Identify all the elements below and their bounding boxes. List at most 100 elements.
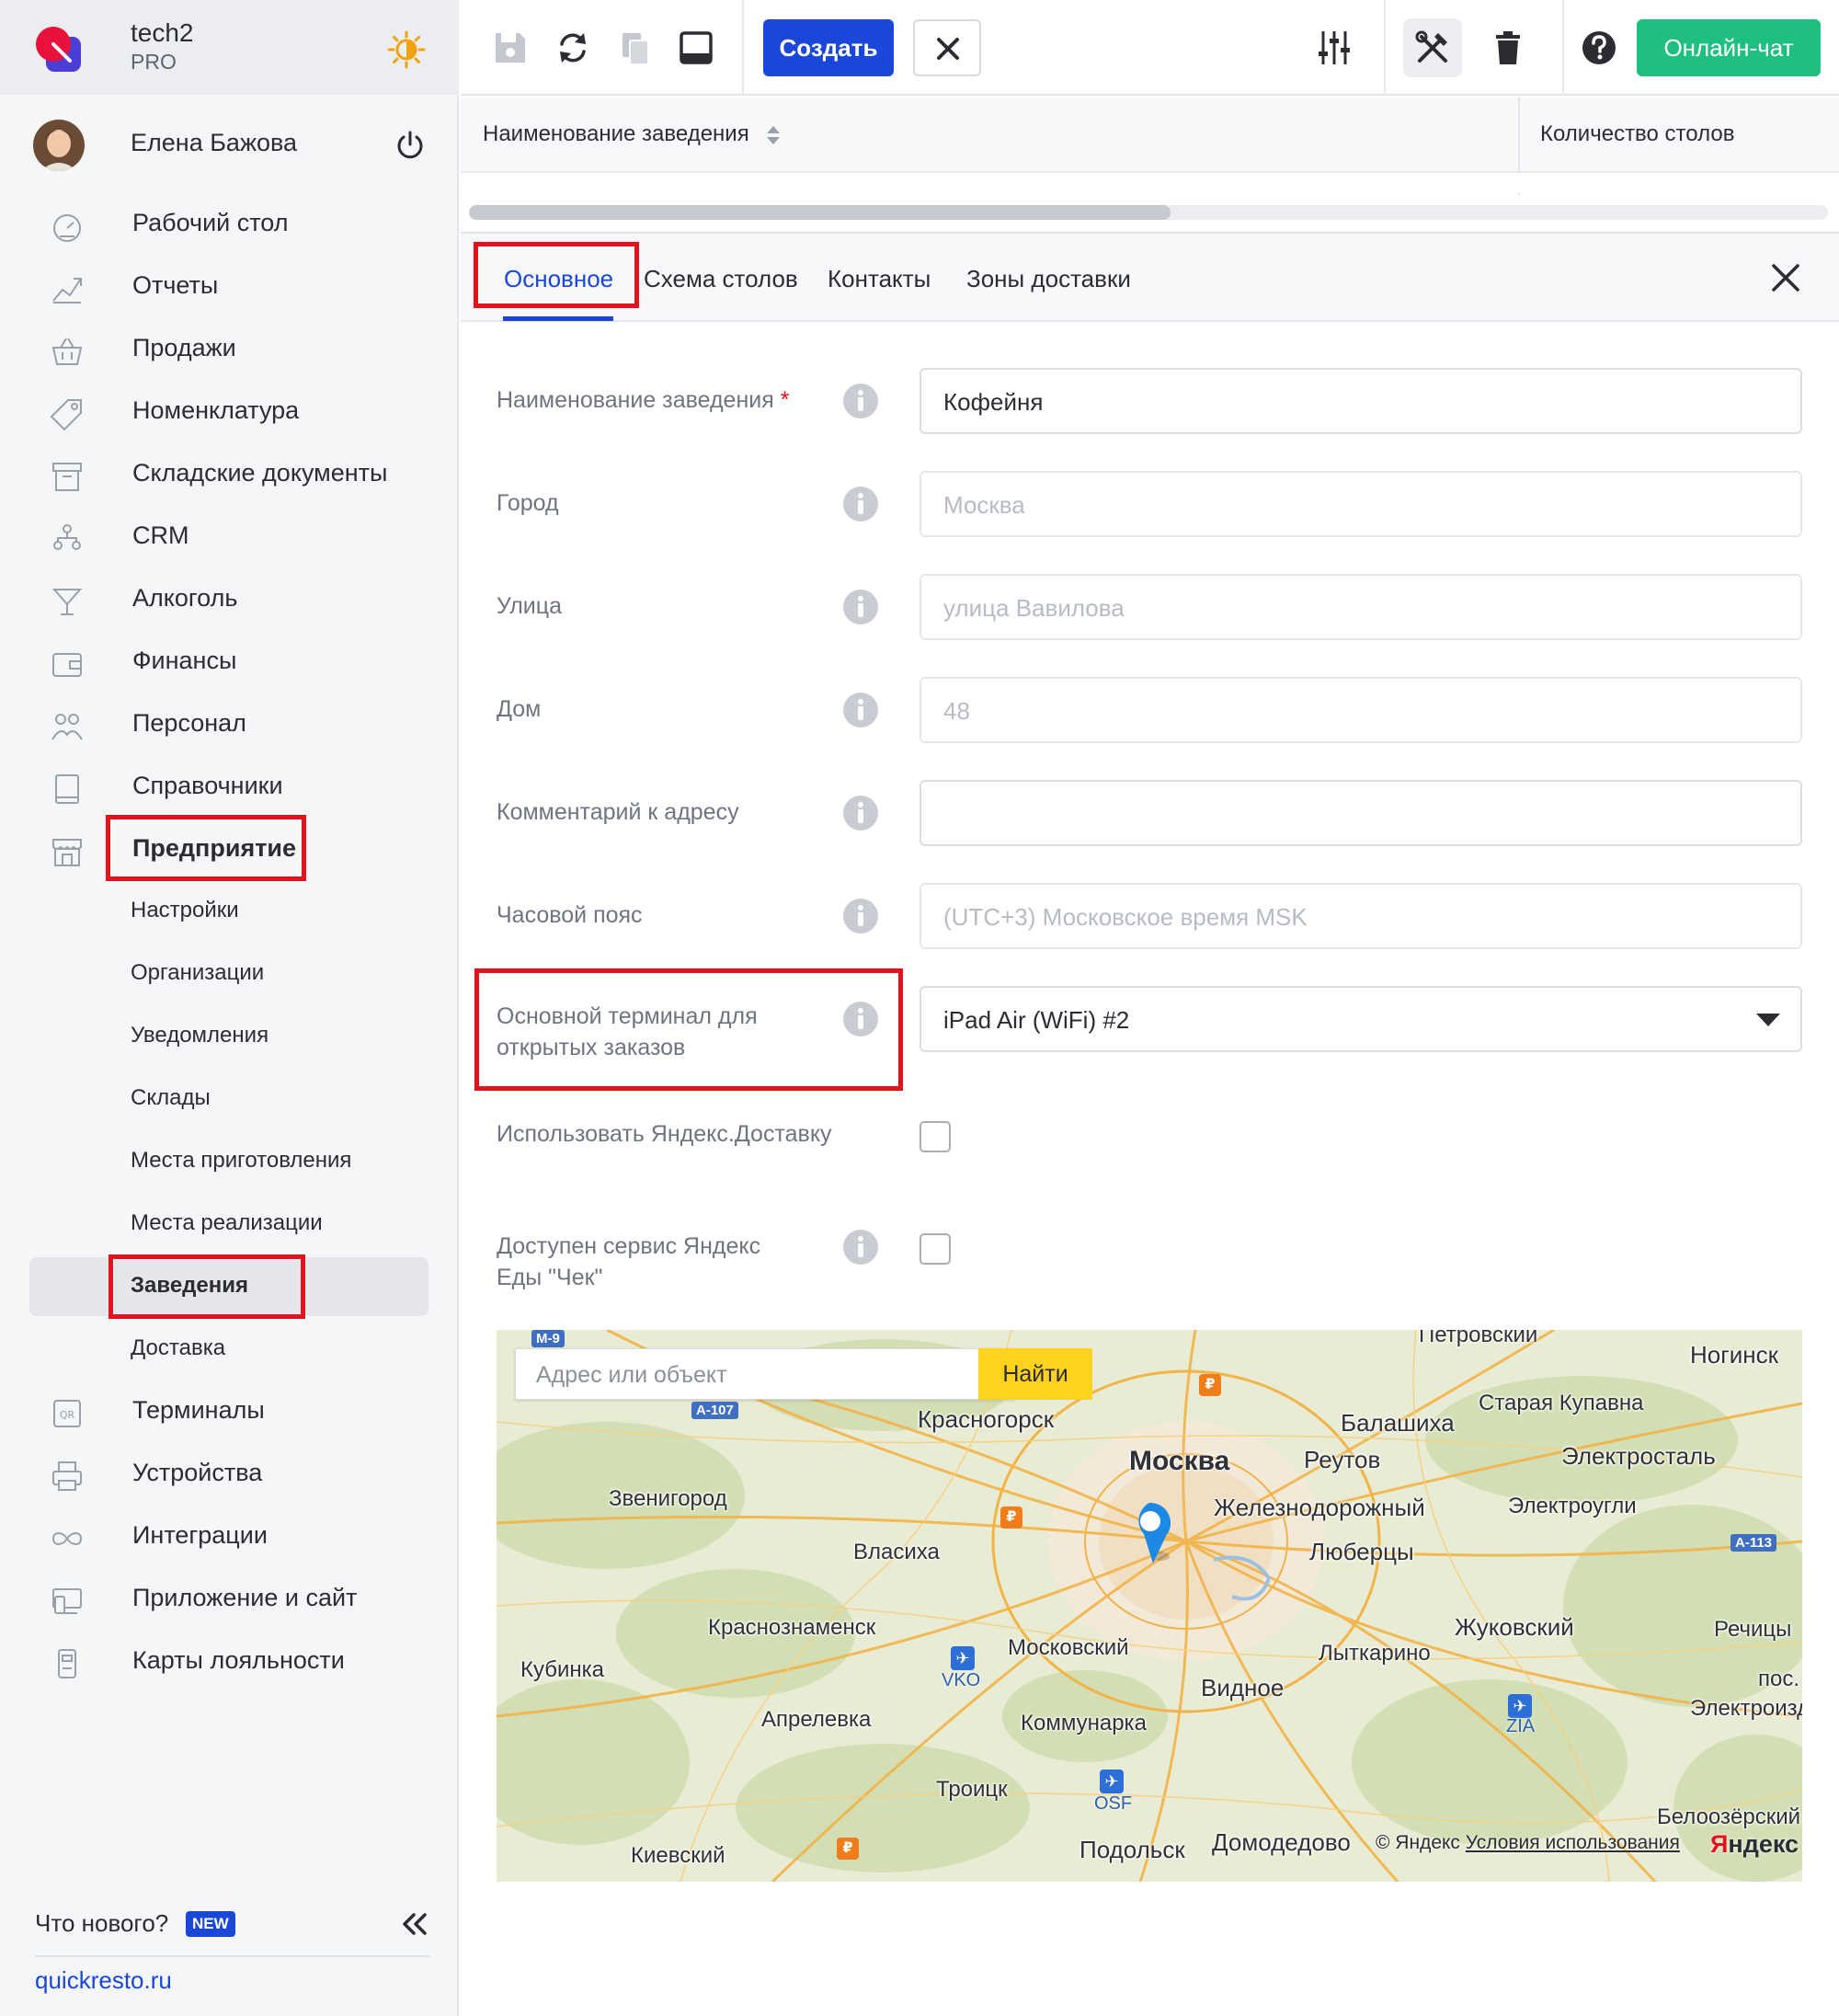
sidebar-item-nomenclature[interactable]: Номенклатура <box>0 384 459 439</box>
yandex-eda-checkbox[interactable] <box>920 1233 951 1265</box>
info-icon[interactable] <box>842 1001 879 1037</box>
sun-icon[interactable] <box>386 29 427 70</box>
submenu-item-label: Места приготовления <box>131 1148 352 1173</box>
save-icon[interactable] <box>490 28 531 68</box>
house-field[interactable]: 48 <box>920 677 1802 743</box>
sidebar-divider <box>35 1955 430 1957</box>
map-search-input[interactable]: Адрес или объект <box>515 1348 1015 1400</box>
column-header-tables[interactable]: Количество столов <box>1540 121 1734 147</box>
field-label-house: Дом <box>497 696 542 722</box>
map-label: Речицы <box>1714 1617 1792 1642</box>
book-icon <box>55 774 79 804</box>
grid-row <box>461 173 1839 193</box>
column-settings-icon[interactable] <box>1314 28 1354 68</box>
sidebar-item-directories[interactable]: Справочники <box>0 759 459 814</box>
info-icon[interactable] <box>842 486 879 522</box>
help-icon[interactable] <box>1579 28 1619 68</box>
address-comment-field[interactable] <box>920 780 1802 846</box>
submenu-item-notifications[interactable]: Уведомления <box>0 1010 459 1061</box>
sidebar-item-enterprise[interactable]: Предприятие <box>0 821 459 876</box>
sidebar-item-app-and-site[interactable]: Приложение и сайт <box>0 1571 459 1626</box>
sidebar-item-crm[interactable]: CRM <box>0 509 459 564</box>
column-header-name[interactable]: Наименование заведения <box>483 121 749 147</box>
airport-icon: ✈ <box>1100 1770 1124 1793</box>
sidebar-item-label: Рабочий стол <box>132 209 289 236</box>
info-icon[interactable] <box>842 692 879 728</box>
map-label: Балашиха <box>1341 1409 1455 1437</box>
info-icon[interactable] <box>842 1229 879 1266</box>
map-search-placeholder: Адрес или объект <box>536 1362 727 1388</box>
tab-table-scheme[interactable]: Схема столов <box>644 265 798 293</box>
ruble-icon: ₽ <box>1199 1374 1221 1396</box>
map-label: Белоозёрский <box>1657 1804 1801 1829</box>
sidebar-item-loyalty-cards[interactable]: Карты лояльности <box>0 1633 459 1689</box>
avatar[interactable] <box>33 120 85 171</box>
location-pin-icon[interactable] <box>1125 1499 1181 1573</box>
online-chat-button[interactable]: Онлайн-чат <box>1637 19 1821 76</box>
sidebar-item-reports[interactable]: Отчеты <box>0 258 459 314</box>
sidebar-item-terminals[interactable]: QR Терминалы <box>0 1383 459 1438</box>
sidebar-item-alcohol[interactable]: Алкоголь <box>0 571 459 626</box>
terminal-select[interactable]: iPad Air (WiFi) #2 <box>920 986 1802 1052</box>
yandex-delivery-checkbox[interactable] <box>920 1121 951 1152</box>
user-row: Елена Бажова <box>0 112 459 177</box>
tab-contacts[interactable]: Контакты <box>828 265 931 293</box>
wallet-icon <box>52 653 82 677</box>
street-field[interactable]: улица Вавилова <box>920 574 1802 640</box>
collapse-sidebar-icon[interactable] <box>399 1909 430 1939</box>
sidebar-item-staff[interactable]: Персонал <box>0 696 459 751</box>
map-label: Коммунарка <box>1021 1711 1147 1735</box>
sidebar-item-integrations[interactable]: Интеграции <box>0 1508 459 1564</box>
submenu-item-delivery[interactable]: Доставка <box>0 1323 459 1374</box>
sidebar-item-sales[interactable]: Продажи <box>0 321 459 376</box>
tab-bar: Основное Схема столов Контакты Зоны дост… <box>461 232 1839 322</box>
close-panel-icon[interactable] <box>1769 261 1802 294</box>
city-field[interactable]: Москва <box>920 471 1802 537</box>
info-icon[interactable] <box>842 898 879 934</box>
info-icon[interactable] <box>842 589 879 625</box>
basket-icon <box>51 338 83 365</box>
info-icon[interactable] <box>842 383 879 419</box>
sidebar-item-devices[interactable]: Устройства <box>0 1446 459 1501</box>
copy-icon[interactable] <box>615 28 656 68</box>
submenu-item-label: Склады <box>131 1085 211 1110</box>
sidebar-item-warehouse-docs[interactable]: Складские документы <box>0 446 459 501</box>
power-icon[interactable] <box>394 129 427 162</box>
map-label: Власиха <box>853 1540 940 1564</box>
toolbar-divider <box>742 0 744 96</box>
preview-icon[interactable] <box>676 28 716 68</box>
trash-icon[interactable] <box>1488 28 1528 68</box>
submenu-item-settings[interactable]: Настройки <box>0 885 459 936</box>
airport-code: OSF <box>1094 1793 1133 1814</box>
cancel-button[interactable] <box>913 19 981 76</box>
printer-icon <box>52 1461 82 1491</box>
submenu-item-warehouses[interactable]: Склады <box>0 1072 459 1124</box>
scrollbar-thumb[interactable] <box>469 205 1171 220</box>
submenu-item-organizations[interactable]: Организации <box>0 947 459 999</box>
tools-icon[interactable] <box>1412 28 1453 68</box>
map-label: Электроугли <box>1508 1494 1637 1518</box>
sidebar-item-dashboard[interactable]: Рабочий стол <box>0 196 459 251</box>
field-label-timezone: Часовой пояс <box>497 902 643 928</box>
info-icon[interactable] <box>842 795 879 831</box>
refresh-icon[interactable] <box>553 28 593 68</box>
whats-new-link[interactable]: Что нового? <box>35 1909 168 1938</box>
field-label-yandex-eda: Доступен сервис Яндекс Еды "Чек" <box>497 1231 760 1293</box>
map-label: Реутов <box>1304 1446 1381 1473</box>
tab-delivery-zones[interactable]: Зоны доставки <box>966 265 1131 293</box>
name-field[interactable]: Кофейня <box>920 368 1802 434</box>
sidebar-item-finance[interactable]: Финансы <box>0 634 459 689</box>
sort-icon[interactable] <box>764 123 782 147</box>
tab-main[interactable]: Основное <box>504 265 613 293</box>
submenu-item-cooking-places[interactable]: Места приготовления <box>0 1135 459 1186</box>
timezone-field[interactable]: (UTC+3) Московское время MSK <box>920 883 1802 949</box>
terms-link[interactable]: Условия использования <box>1466 1832 1680 1853</box>
map[interactable]: Адрес или объект Найти М-9 А-107 А-113 П… <box>497 1330 1802 1882</box>
map-find-button[interactable]: Найти <box>978 1348 1092 1400</box>
submenu-item-sales-places[interactable]: Места реализации <box>0 1197 459 1249</box>
create-button[interactable]: Создать <box>763 19 894 76</box>
map-label: Краснознаменск <box>708 1615 876 1640</box>
submenu-item-venues[interactable]: Заведения <box>0 1260 459 1312</box>
site-link[interactable]: quickresto.ru <box>35 1966 172 1995</box>
map-label: Троицк <box>936 1777 1008 1802</box>
